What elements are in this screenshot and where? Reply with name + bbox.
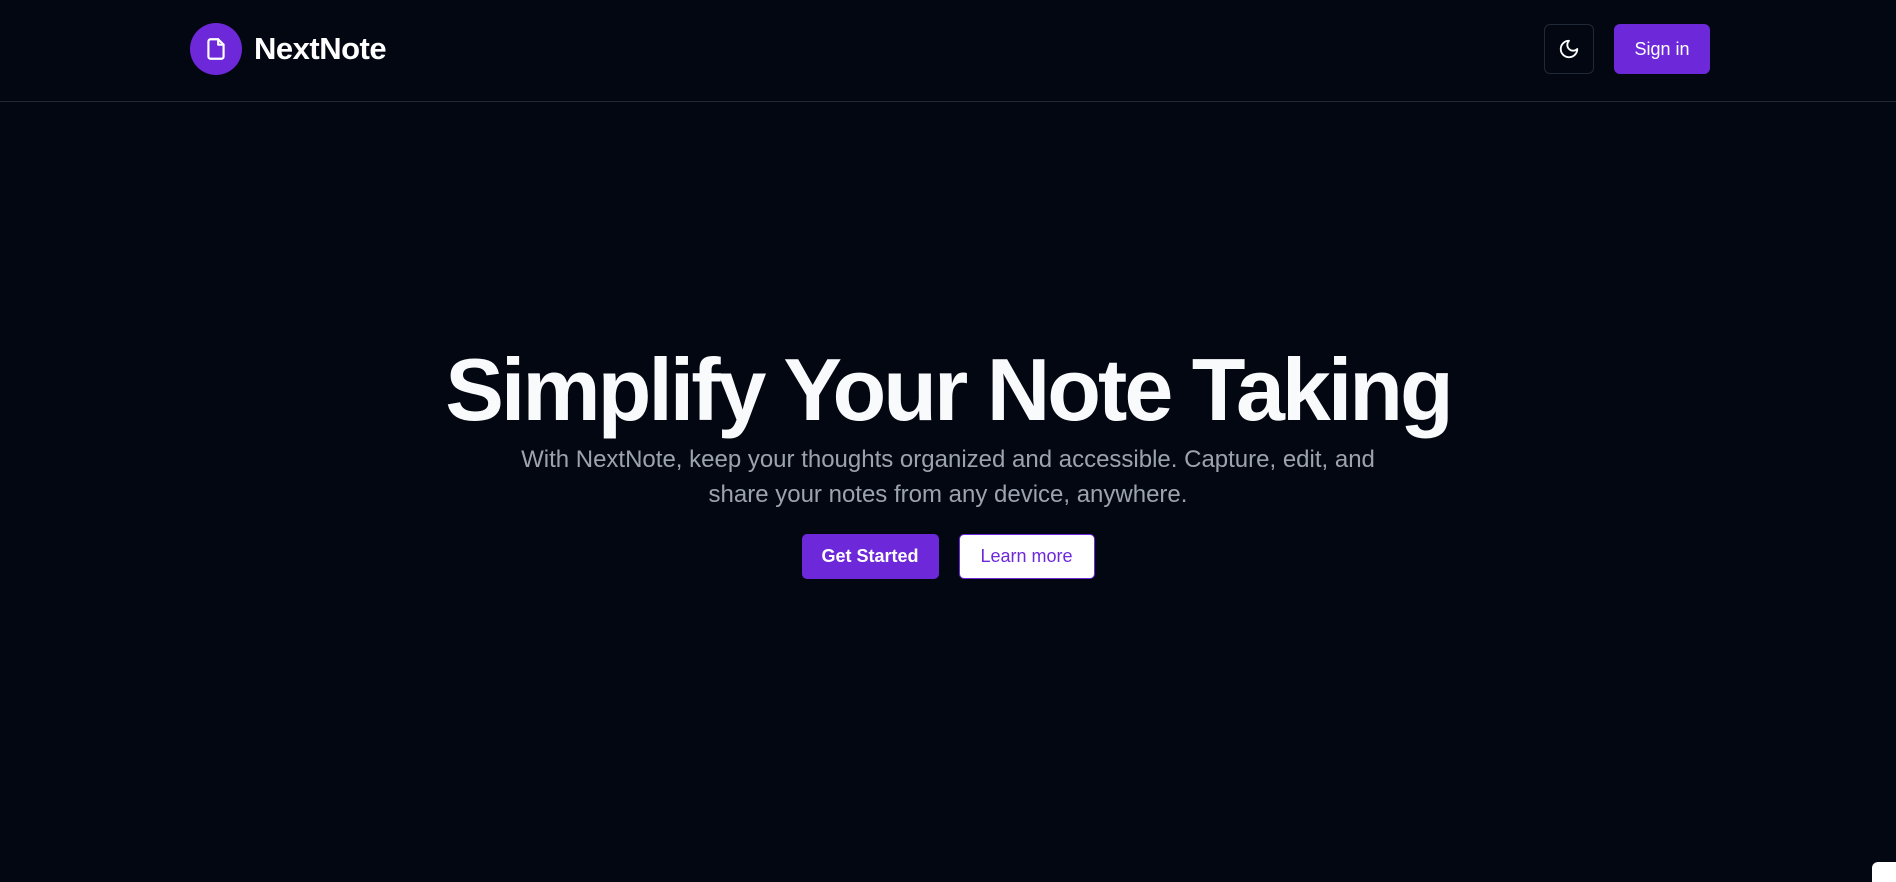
theme-toggle-button[interactable] xyxy=(1544,24,1594,74)
brand-logo[interactable]: NextNote xyxy=(190,23,387,75)
hero-title: Simplify Your Note Taking xyxy=(445,340,1454,439)
learn-more-button[interactable]: Learn more xyxy=(958,534,1095,579)
corner-widget[interactable] xyxy=(1872,862,1896,882)
site-header: NextNote Sign in xyxy=(0,0,1896,102)
document-icon xyxy=(207,38,225,60)
hero-actions: Get Started Learn more xyxy=(0,534,1896,579)
get-started-button[interactable]: Get Started xyxy=(801,534,939,579)
brand-name: NextNote xyxy=(254,31,387,66)
hero-subtitle: With NextNote, keep your thoughts organi… xyxy=(521,446,1375,508)
sign-in-button[interactable]: Sign in xyxy=(1614,24,1710,74)
moon-icon xyxy=(1559,39,1579,59)
hero-section: Simplify Your Note Taking With NextNote,… xyxy=(0,340,1896,579)
logo-badge xyxy=(190,23,242,75)
